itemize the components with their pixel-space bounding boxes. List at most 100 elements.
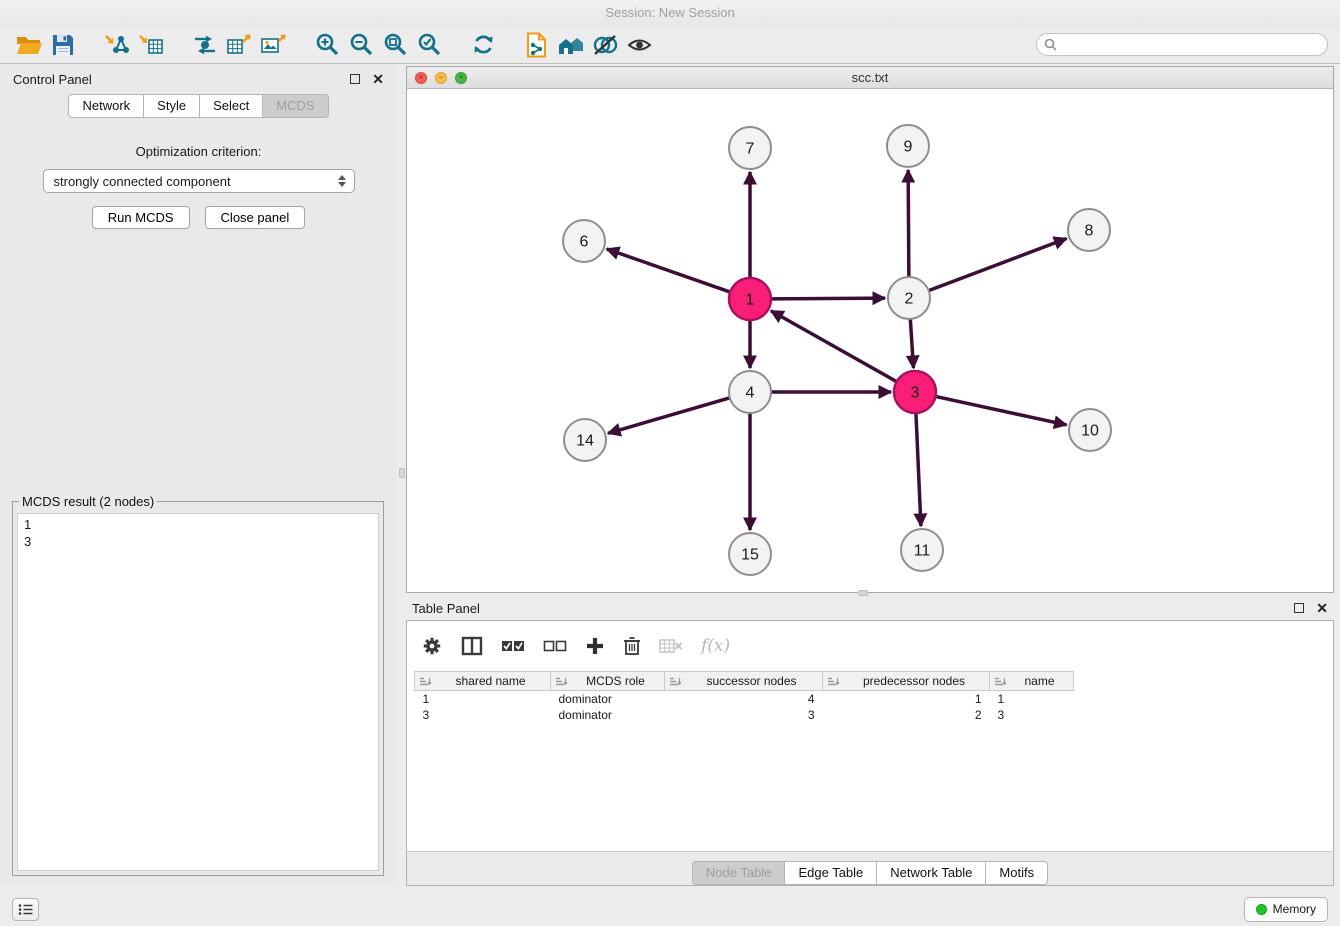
network-canvas[interactable]: 7 9 6 8 1 2 4 3 14 10 15 11 (407, 90, 1333, 592)
node-3[interactable]: 3 (894, 371, 936, 413)
table-cell[interactable]: dominator (551, 691, 665, 707)
table-cell[interactable]: 3 (415, 707, 551, 723)
node-9[interactable]: 9 (887, 125, 929, 167)
tab-style[interactable]: Style (144, 94, 200, 118)
venn-slash-button[interactable] (588, 30, 622, 60)
zoom-selected-button[interactable] (412, 30, 446, 60)
column-header-successor-nodes[interactable]: successor nodes (665, 672, 823, 691)
table-cell[interactable]: 1 (415, 691, 551, 707)
split-view-button[interactable] (461, 636, 483, 656)
table-cell[interactable]: 1 (823, 691, 990, 707)
column-header-predecessor-nodes[interactable]: predecessor nodes (823, 672, 990, 691)
zoom-out-button[interactable] (344, 30, 378, 60)
tab-node-table[interactable]: Node Table (692, 861, 786, 885)
node-11[interactable]: 11 (901, 529, 943, 571)
node-6[interactable]: 6 (563, 220, 605, 262)
close-panel-icon[interactable]: ✕ (372, 74, 384, 84)
tab-network[interactable]: Network (68, 94, 144, 118)
tab-network-table[interactable]: Network Table (877, 861, 986, 885)
edge-2-8[interactable] (929, 238, 1067, 290)
mcds-result-box[interactable]: 13 (17, 513, 379, 871)
task-list-button[interactable] (12, 898, 39, 921)
column-header-shared-name[interactable]: shared name (415, 672, 551, 691)
edge-3-1[interactable] (771, 311, 897, 382)
svg-text:8: 8 (1085, 223, 1094, 240)
delete-row-button[interactable] (623, 636, 641, 656)
edge-1-2[interactable] (771, 298, 885, 299)
svg-text:11: 11 (914, 543, 931, 560)
close-panel-button[interactable]: Close panel (205, 206, 306, 229)
session-search-box[interactable] (1036, 33, 1328, 56)
import-table-icon (138, 33, 164, 57)
close-window-icon[interactable]: × (415, 72, 427, 84)
network-arrows-icon (192, 33, 218, 57)
document-network-button[interactable] (520, 30, 554, 60)
vertical-splitter-handle[interactable] (399, 468, 405, 478)
table-row[interactable]: 3dominator323 (415, 707, 1074, 723)
image-export-icon (260, 33, 286, 57)
edge-2-9[interactable] (908, 170, 909, 277)
column-header-name[interactable]: name (990, 672, 1074, 691)
network-arrows-button[interactable] (188, 30, 222, 60)
edge-4-14[interactable] (608, 398, 730, 433)
open-folder-button[interactable] (12, 30, 46, 60)
close-table-panel-icon[interactable]: ✕ (1316, 603, 1328, 613)
memory-button[interactable]: Memory (1244, 897, 1328, 922)
table-cell[interactable]: 2 (823, 707, 990, 723)
table-cell[interactable]: dominator (551, 707, 665, 723)
zoom-in-button[interactable] (310, 30, 344, 60)
unselect-all-button[interactable] (543, 638, 567, 654)
save-button[interactable] (46, 30, 80, 60)
zoom-fit-button[interactable] (378, 30, 412, 60)
maximize-window-icon[interactable]: + (455, 72, 467, 84)
network-window-title: scc.txt (407, 70, 1333, 85)
node-7[interactable]: 7 (729, 127, 771, 169)
node-1[interactable]: 1 (729, 278, 771, 320)
control-panel-header: Control Panel ✕ (0, 64, 397, 94)
svg-text:15: 15 (741, 547, 759, 564)
houses-icon (557, 33, 585, 57)
float-window-icon[interactable] (350, 74, 360, 84)
function-builder-button[interactable]: f(x) (701, 636, 730, 656)
tab-mcds[interactable]: MCDS (263, 94, 328, 118)
node-8[interactable]: 8 (1068, 209, 1110, 251)
eye-button[interactable] (622, 30, 656, 60)
refresh-icon (471, 32, 496, 57)
tab-edge-table[interactable]: Edge Table (785, 861, 877, 885)
table-cell[interactable]: 4 (665, 691, 823, 707)
tab-motifs[interactable]: Motifs (986, 861, 1048, 885)
node-4[interactable]: 4 (729, 371, 771, 413)
table-tabs-bar: Node TableEdge TableNetwork TableMotifs (407, 851, 1333, 885)
import-table-button[interactable] (134, 30, 168, 60)
run-mcds-button[interactable]: Run MCDS (92, 206, 190, 229)
minimize-window-icon[interactable]: − (435, 72, 447, 84)
edge-1-6[interactable] (607, 249, 731, 292)
edge-3-10[interactable] (936, 396, 1067, 424)
select-all-button[interactable] (501, 638, 525, 654)
table-cell[interactable]: 3 (665, 707, 823, 723)
node-14[interactable]: 14 (564, 419, 606, 461)
tab-select[interactable]: Select (200, 94, 263, 118)
houses-button[interactable] (554, 30, 588, 60)
table-settings-button[interactable] (421, 635, 443, 657)
node-2[interactable]: 2 (888, 277, 930, 319)
image-export-button[interactable] (256, 30, 290, 60)
criterion-dropdown[interactable]: strongly connected component (43, 169, 355, 193)
import-network-button[interactable] (100, 30, 134, 60)
node-15[interactable]: 15 (729, 533, 771, 575)
node-10[interactable]: 10 (1069, 409, 1111, 451)
float-table-panel-icon[interactable] (1294, 603, 1304, 613)
search-input[interactable] (1057, 38, 1320, 52)
table-row[interactable]: 1dominator411 (415, 691, 1074, 707)
add-row-button[interactable] (585, 636, 605, 656)
network-window-titlebar: scc.txt × − + (407, 67, 1333, 89)
table-export-button[interactable] (222, 30, 256, 60)
mcds-result-line: 1 (24, 516, 372, 533)
edge-3-11[interactable] (916, 413, 921, 526)
delete-table-button[interactable] (659, 637, 683, 655)
edge-2-3[interactable] (910, 319, 913, 368)
column-header-MCDS-role[interactable]: MCDS role (551, 672, 665, 691)
table-cell[interactable]: 3 (990, 707, 1074, 723)
refresh-button[interactable] (466, 30, 500, 60)
table-cell[interactable]: 1 (990, 691, 1074, 707)
